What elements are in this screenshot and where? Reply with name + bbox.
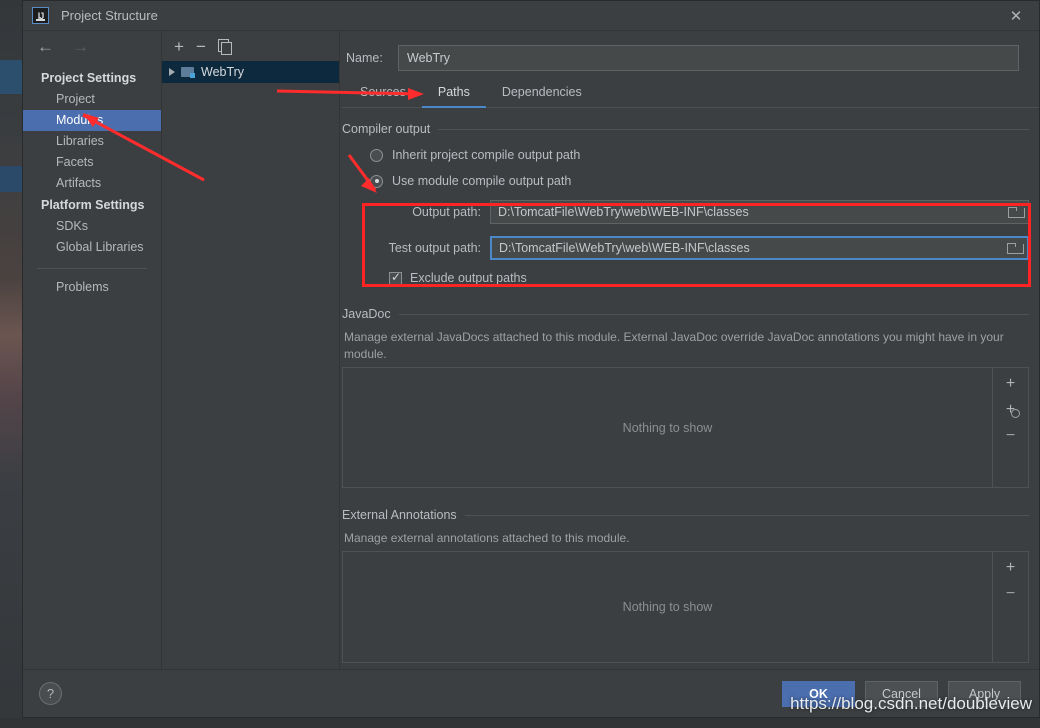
- test-output-path-label: Test output path:: [342, 241, 490, 255]
- compiler-output-section-header: Compiler output: [342, 122, 1029, 136]
- exclude-output-paths-row[interactable]: Exclude output paths: [389, 271, 1029, 285]
- module-list-pane: + − WebTry: [162, 31, 340, 669]
- copy-module-icon[interactable]: [218, 39, 231, 53]
- tab-dependencies[interactable]: Dependencies: [486, 81, 598, 108]
- module-toolbar: + −: [162, 31, 339, 61]
- ide-background-selection-2: [0, 166, 22, 192]
- settings-nav-list: Project Settings Project Modules Librari…: [23, 61, 161, 298]
- output-path-label: Output path:: [342, 205, 490, 219]
- external-annotations-section-header: External Annotations: [342, 508, 1029, 522]
- compiler-output-title: Compiler output: [342, 122, 430, 136]
- sidebar-item-global-libraries[interactable]: Global Libraries: [23, 237, 161, 258]
- add-icon[interactable]: +: [1006, 377, 1015, 391]
- settings-nav-pane: ← → Project Settings Project Modules Lib…: [23, 31, 162, 669]
- ok-button[interactable]: OK: [782, 681, 855, 707]
- arrow-left-icon[interactable]: ←: [37, 38, 54, 55]
- nav-divider: [37, 268, 147, 269]
- output-path-value: D:\TomcatFile\WebTry\web\WEB-INF\classes: [491, 205, 1002, 219]
- intellij-idea-icon: IJ: [32, 7, 49, 24]
- section-divider: [399, 314, 1029, 315]
- javadoc-title: JavaDoc: [342, 307, 391, 321]
- sidebar-item-modules[interactable]: Modules: [23, 110, 161, 131]
- external-annotations-list-actions: + −: [992, 552, 1028, 662]
- module-tabs: Sources Paths Dependencies: [342, 81, 1039, 108]
- help-button[interactable]: ?: [39, 682, 62, 705]
- module-list-item-webtry[interactable]: WebTry: [162, 61, 339, 83]
- tab-sources[interactable]: Sources: [344, 81, 422, 108]
- test-output-path-value: D:\TomcatFile\WebTry\web\WEB-INF\classes: [492, 241, 1001, 255]
- external-annotations-empty-text: Nothing to show: [343, 552, 992, 662]
- folder-browse-icon[interactable]: [1002, 201, 1028, 223]
- module-name-row: Name:: [340, 31, 1039, 71]
- test-output-path-row: Test output path: D:\TomcatFile\WebTry\w…: [342, 236, 1029, 260]
- ide-background-selection-1: [0, 60, 22, 94]
- external-annotations-description: Manage external annotations attached to …: [344, 530, 1004, 547]
- exclude-output-paths-label: Exclude output paths: [410, 271, 527, 285]
- javadoc-description: Manage external JavaDocs attached to thi…: [344, 329, 1004, 363]
- folder-browse-icon[interactable]: [1001, 238, 1027, 258]
- remove-module-icon[interactable]: −: [196, 38, 206, 55]
- dialog-body: ← → Project Settings Project Modules Lib…: [23, 30, 1039, 669]
- dialog-action-buttons: OK Cancel Apply: [782, 681, 1021, 707]
- sidebar-item-facets[interactable]: Facets: [23, 152, 161, 173]
- radio-use-module-label: Use module compile output path: [392, 174, 571, 188]
- radio-use-module-output[interactable]: Use module compile output path: [370, 174, 1029, 188]
- javadoc-empty-text: Nothing to show: [343, 368, 992, 487]
- section-divider: [438, 129, 1029, 130]
- nav-group-platform-settings: Platform Settings: [23, 194, 161, 216]
- remove-icon[interactable]: −: [1006, 587, 1015, 601]
- external-annotations-title: External Annotations: [342, 508, 457, 522]
- dialog-titlebar: IJ Project Structure ✕: [23, 1, 1039, 30]
- nav-group-project-settings: Project Settings: [23, 67, 161, 89]
- paths-tab-content: Compiler output Inherit project compile …: [340, 108, 1039, 669]
- test-output-path-field[interactable]: D:\TomcatFile\WebTry\web\WEB-INF\classes: [490, 236, 1029, 260]
- output-path-field[interactable]: D:\TomcatFile\WebTry\web\WEB-INF\classes: [490, 200, 1029, 224]
- radio-inherit-project-output[interactable]: Inherit project compile output path: [370, 148, 1029, 162]
- checkbox-icon-checked[interactable]: [389, 272, 402, 285]
- module-name-label: WebTry: [201, 65, 244, 79]
- sidebar-item-artifacts[interactable]: Artifacts: [23, 173, 161, 194]
- apply-button[interactable]: Apply: [948, 681, 1021, 707]
- radio-inherit-label: Inherit project compile output path: [392, 148, 580, 162]
- sidebar-item-problems[interactable]: Problems: [23, 277, 161, 298]
- ide-background-strip: [0, 0, 24, 728]
- module-name-input[interactable]: [398, 45, 1019, 71]
- javadoc-section-header: JavaDoc: [342, 307, 1029, 321]
- module-folder-icon: [181, 66, 195, 78]
- triangle-right-icon[interactable]: [169, 68, 175, 76]
- radio-icon-unchecked[interactable]: [370, 149, 383, 162]
- close-icon[interactable]: ✕: [993, 1, 1039, 30]
- project-structure-dialog: IJ Project Structure ✕ ← → Project Setti…: [22, 0, 1040, 718]
- ide-status-bar: [0, 718, 1040, 728]
- sidebar-item-libraries[interactable]: Libraries: [23, 131, 161, 152]
- dialog-footer: ? OK Cancel Apply: [23, 669, 1039, 717]
- add-module-icon[interactable]: +: [174, 38, 184, 55]
- add-icon[interactable]: +: [1006, 561, 1015, 575]
- module-detail-pane: Name: Sources Paths Dependencies Compile…: [340, 31, 1039, 669]
- javadoc-list-box: Nothing to show + + −: [342, 367, 1029, 488]
- remove-icon[interactable]: −: [1006, 429, 1015, 443]
- section-divider: [465, 515, 1029, 516]
- javadoc-list-actions: + + −: [992, 368, 1028, 487]
- dialog-title: Project Structure: [61, 8, 158, 23]
- radio-icon-checked[interactable]: [370, 175, 383, 188]
- nav-toolbar: ← →: [23, 31, 161, 61]
- tab-paths[interactable]: Paths: [422, 81, 486, 108]
- add-url-icon[interactable]: +: [1006, 403, 1015, 417]
- sidebar-item-sdks[interactable]: SDKs: [23, 216, 161, 237]
- arrow-right-icon[interactable]: →: [72, 38, 89, 55]
- output-path-row: Output path: D:\TomcatFile\WebTry\web\WE…: [342, 200, 1029, 224]
- cancel-button[interactable]: Cancel: [865, 681, 938, 707]
- external-annotations-list-box: Nothing to show + −: [342, 551, 1029, 663]
- name-label: Name:: [346, 51, 398, 65]
- sidebar-item-project[interactable]: Project: [23, 89, 161, 110]
